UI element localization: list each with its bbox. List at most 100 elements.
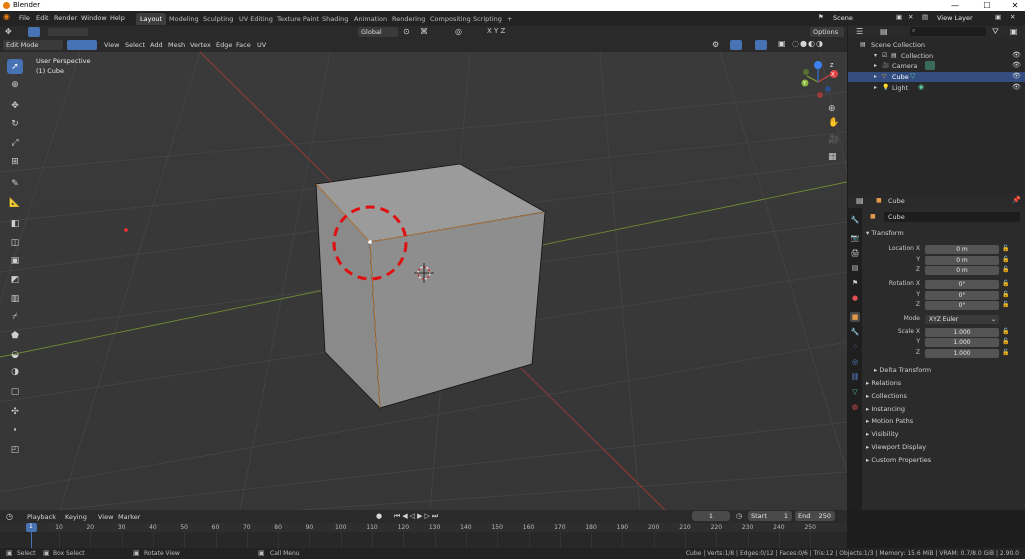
end-frame-field[interactable]: End 250 xyxy=(795,511,835,521)
expand-arrow-icon[interactable]: ▾ xyxy=(874,52,877,59)
shrink-fatten-tool-icon[interactable]: ▢ xyxy=(7,384,23,399)
rotation-y-field[interactable]: 0° xyxy=(925,291,999,300)
bevel-tool-icon[interactable]: ◩ xyxy=(7,272,23,287)
select-mode-buttons[interactable] xyxy=(48,28,88,36)
tab-rendering[interactable]: Rendering xyxy=(388,13,429,25)
extrude-tool-icon[interactable]: ◫ xyxy=(7,235,23,250)
location-z-field[interactable]: 0 m xyxy=(925,266,999,275)
outliner-row-light[interactable]: ▸ 💡 Light ◉ 👁 xyxy=(848,83,1025,93)
transform-orientation-dropdown[interactable]: Global xyxy=(358,27,398,37)
pin-icon[interactable]: 📌 xyxy=(1012,196,1021,204)
menu-face[interactable]: Face xyxy=(236,41,251,49)
move-tool-icon[interactable]: ✥ xyxy=(7,98,23,113)
timeline-editor-icon[interactable]: ◷ xyxy=(6,512,13,521)
lock-icon[interactable]: 🔓 xyxy=(1002,245,1010,253)
camera-view-icon[interactable]: 🎥 xyxy=(828,135,839,145)
blender-menu-icon[interactable]: ◉ xyxy=(3,12,10,21)
menu-window[interactable]: Window xyxy=(81,14,107,22)
data-tab-icon[interactable]: ▽ xyxy=(850,387,860,397)
lock-icon[interactable]: 🔓 xyxy=(1002,301,1010,309)
preview-range-icon[interactable]: ◷ xyxy=(736,512,742,520)
scale-y-field[interactable]: 1.000 xyxy=(925,338,999,347)
display-mode-icon[interactable]: ▤ xyxy=(880,27,888,36)
timeline-area[interactable]: 10 20 30 40 50 60 70 80 90 100 110 120 130 140 150 160 1… xyxy=(0,523,847,548)
loop-cut-tool-icon[interactable]: ▥ xyxy=(7,291,23,306)
eye-icon[interactable]: 👁 xyxy=(1012,61,1021,69)
vertex-edge-face-select[interactable] xyxy=(67,40,97,50)
custom-properties-panel[interactable]: ▸ Custom Properties xyxy=(866,456,931,464)
tab-modeling[interactable]: Modeling xyxy=(165,13,203,25)
menu-keying[interactable]: Keying xyxy=(65,513,87,521)
shading-mode-icons[interactable]: ◌●◐◑ xyxy=(792,39,824,48)
smooth-tool-icon[interactable]: ◑ xyxy=(7,364,23,379)
axis-x-toggle[interactable]: X Y Z xyxy=(487,27,505,35)
collections-panel[interactable]: ▸ Collections xyxy=(866,392,907,400)
tab-texture-paint[interactable]: Texture Paint xyxy=(273,13,323,25)
proportional-edit-icon[interactable]: ◎ xyxy=(455,27,462,36)
properties-editor-icon[interactable]: ▤ xyxy=(856,196,864,205)
transform-tool-icon[interactable]: ⊞ xyxy=(7,154,23,169)
maximize-button[interactable]: ☐ xyxy=(977,0,997,11)
tab-scripting[interactable]: Scripting xyxy=(469,13,506,25)
tab-sculpting[interactable]: Sculpting xyxy=(199,13,237,25)
material-tab-icon[interactable]: ◍ xyxy=(850,402,860,412)
lock-icon[interactable]: 🔓 xyxy=(1002,291,1010,299)
menu-edit[interactable]: Edit xyxy=(36,14,49,22)
tab-compositing[interactable]: Compositing xyxy=(426,13,475,25)
tab-animation[interactable]: Animation xyxy=(350,13,391,25)
start-frame-field[interactable]: Start 1 xyxy=(748,511,792,521)
delta-transform-panel[interactable]: ▸ Delta Transform xyxy=(874,366,931,374)
tab-layout[interactable]: Layout xyxy=(136,13,167,25)
lock-icon[interactable]: 🔓 xyxy=(1002,349,1010,357)
checkbox-icon[interactable]: ☑ xyxy=(882,52,887,59)
lock-icon[interactable]: 🔓 xyxy=(1002,328,1010,336)
menu-playback[interactable]: Playback xyxy=(27,513,56,521)
physics-tab-icon[interactable]: ◎ xyxy=(850,357,860,367)
record-icon[interactable]: ● xyxy=(376,512,382,520)
shear-tool-icon[interactable]: ✣ xyxy=(7,404,23,419)
transform-panel-header[interactable]: ▾ Transform xyxy=(866,229,904,237)
menu-uv[interactable]: UV xyxy=(257,41,266,49)
menu-file[interactable]: File xyxy=(19,14,30,22)
outliner-row-cube[interactable]: ▸ ▽ Cube ▽ 👁 xyxy=(848,72,1025,82)
expand-arrow-icon[interactable]: ▸ xyxy=(874,62,877,69)
viewport-scene[interactable] xyxy=(0,52,847,510)
visibility-panel[interactable]: ▸ Visibility xyxy=(866,430,899,438)
minimize-button[interactable]: — xyxy=(945,0,965,11)
menu-vertex[interactable]: Vertex xyxy=(190,41,211,49)
view-layer-selector[interactable]: View Layer xyxy=(934,13,989,23)
constraints-tab-icon[interactable]: ⛓ xyxy=(850,372,860,382)
expand-arrow-icon[interactable]: ▸ xyxy=(874,84,877,91)
object-name-field[interactable]: Cube xyxy=(884,212,1020,222)
knife-tool-icon[interactable]: ⌿ xyxy=(7,309,23,324)
lock-icon[interactable]: 🔓 xyxy=(1002,280,1010,288)
outliner-row-camera[interactable]: ▸ 🎥 Camera 👁 xyxy=(848,61,1025,71)
motion-paths-panel[interactable]: ▸ Motion Paths xyxy=(866,417,913,425)
outliner-editor-icon[interactable]: ☰ xyxy=(856,27,863,36)
rotation-x-field[interactable]: 0° xyxy=(925,280,999,289)
tab-uv-editing[interactable]: UV Editing xyxy=(235,13,277,25)
filter-icon[interactable]: ⛛ xyxy=(992,27,999,37)
rotation-z-field[interactable]: 0° xyxy=(925,301,999,310)
select-box-tool-icon[interactable]: ➚ xyxy=(7,59,23,74)
edge-slide-tool-icon[interactable]: ◰ xyxy=(7,442,23,457)
new-view-layer-icon[interactable]: ▣ xyxy=(995,13,1001,21)
menu-render[interactable]: Render xyxy=(54,14,77,22)
expand-arrow-icon[interactable]: ▸ xyxy=(874,73,877,80)
lock-icon[interactable]: 🔓 xyxy=(1002,266,1010,274)
menu-marker[interactable]: Marker xyxy=(118,513,140,521)
3d-viewport[interactable]: User Perspective (1) Cube Z X Y ⊕ ✋ 🎥 ▦ … xyxy=(0,52,847,510)
rip-tool-icon[interactable]: ⬪ xyxy=(7,422,23,437)
options-dropdown[interactable]: Options xyxy=(810,27,844,37)
eye-icon[interactable]: 👁 xyxy=(1012,83,1021,91)
location-y-field[interactable]: 0 m xyxy=(925,256,999,265)
pan-hand-icon[interactable]: ✋ xyxy=(828,118,839,128)
add-cube-tool-icon[interactable]: ◧ xyxy=(7,216,23,231)
delete-scene-icon[interactable]: ✕ xyxy=(908,13,913,21)
menu-help[interactable]: Help xyxy=(110,14,125,22)
delete-view-layer-icon[interactable]: ✕ xyxy=(1010,13,1015,21)
rotation-mode-dropdown[interactable]: XYZ Euler ⌄ xyxy=(925,315,999,324)
cursor-tool-icon[interactable]: ⊕ xyxy=(7,77,23,92)
spin-tool-icon[interactable]: ◒ xyxy=(7,347,23,362)
scale-z-field[interactable]: 1.000 xyxy=(925,349,999,358)
